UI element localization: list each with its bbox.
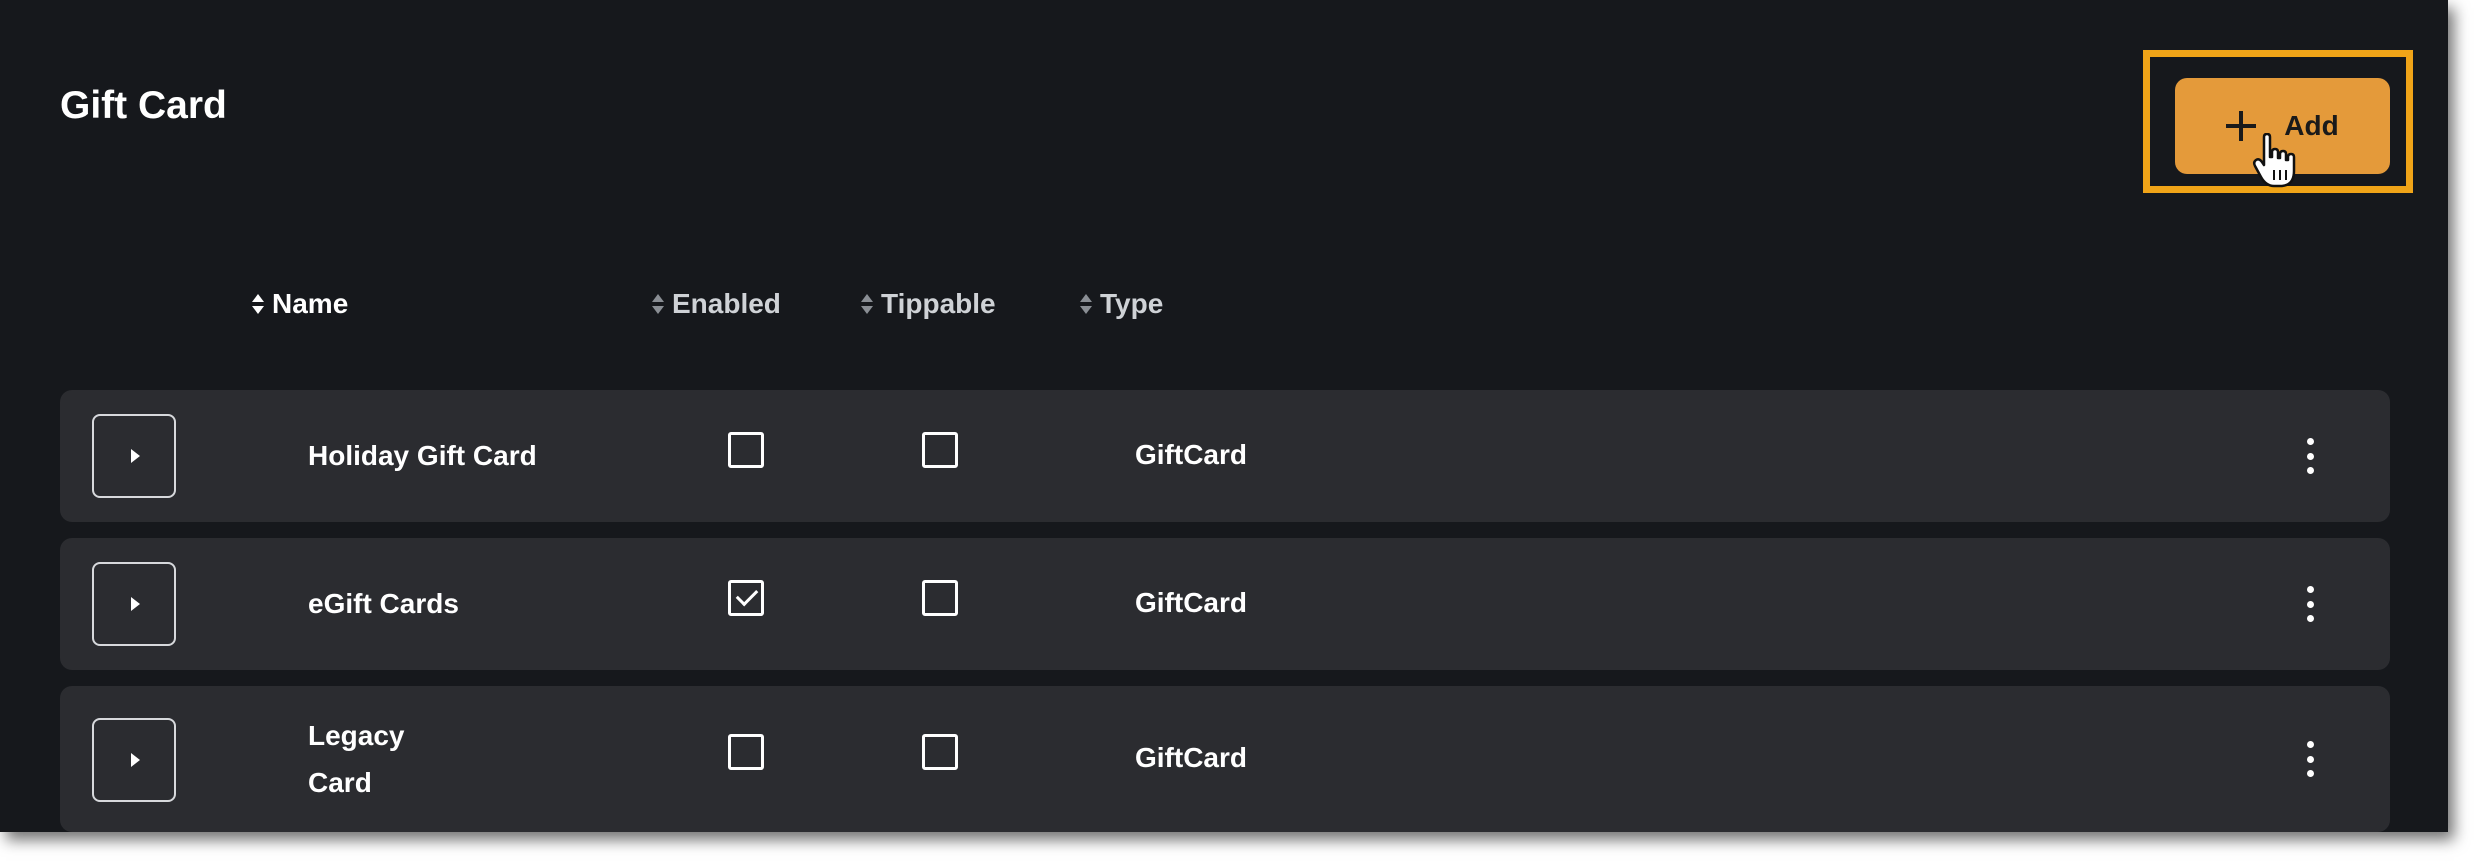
- enabled-checkbox[interactable]: [728, 734, 764, 770]
- gift-card-window: Gift Card Add Name Enabled Tippable Type…: [0, 0, 2448, 832]
- column-header-tippable-label: Tippable: [881, 288, 996, 319]
- column-header-type[interactable]: Type: [1080, 284, 1163, 324]
- caret-right-icon: [131, 597, 140, 611]
- table-row: Holiday Gift Card GiftCard: [60, 390, 2390, 522]
- expand-row-button[interactable]: [92, 718, 176, 802]
- table-row: Legacy Card GiftCard: [60, 686, 2390, 832]
- row-name: Holiday Gift Card: [308, 440, 537, 471]
- caret-right-icon: [131, 449, 140, 463]
- tippable-checkbox[interactable]: [922, 432, 958, 468]
- row-type: GiftCard: [1135, 587, 1247, 618]
- row-menu-button[interactable]: [2300, 438, 2320, 474]
- expand-row-button[interactable]: [92, 562, 176, 646]
- row-name: eGift Cards: [308, 588, 459, 619]
- row-name-line-1: Legacy: [308, 720, 405, 751]
- row-type: GiftCard: [1135, 439, 1247, 470]
- sort-icon: [252, 293, 264, 315]
- sort-icon: [1080, 293, 1092, 315]
- row-type: GiftCard: [1135, 742, 1247, 773]
- column-header-enabled-label: Enabled: [672, 288, 781, 319]
- column-header-name[interactable]: Name: [252, 284, 348, 324]
- kebab-menu-icon: [2306, 586, 2314, 593]
- row-menu-button[interactable]: [2300, 586, 2320, 622]
- column-header-name-label: Name: [272, 288, 349, 319]
- column-header-tippable[interactable]: Tippable: [861, 284, 996, 324]
- sort-icon: [861, 293, 873, 315]
- table-row: eGift Cards GiftCard: [60, 538, 2390, 670]
- sort-icon: [652, 293, 664, 315]
- hand-pointer-icon: [2252, 133, 2296, 188]
- page-title: Gift Card: [60, 84, 227, 127]
- enabled-checkbox[interactable]: [728, 580, 764, 616]
- tippable-checkbox[interactable]: [922, 734, 958, 770]
- tippable-checkbox[interactable]: [922, 580, 958, 616]
- row-name: Legacy Card: [308, 712, 405, 806]
- column-header-type-label: Type: [1100, 288, 1164, 319]
- kebab-menu-icon: [2306, 438, 2314, 445]
- enabled-checkbox[interactable]: [728, 432, 764, 468]
- expand-row-button[interactable]: [92, 414, 176, 498]
- row-name-line-2: Card: [308, 767, 372, 798]
- caret-right-icon: [131, 753, 140, 767]
- kebab-menu-icon: [2306, 741, 2314, 748]
- row-menu-button[interactable]: [2300, 741, 2320, 777]
- column-header-enabled[interactable]: Enabled: [652, 284, 781, 324]
